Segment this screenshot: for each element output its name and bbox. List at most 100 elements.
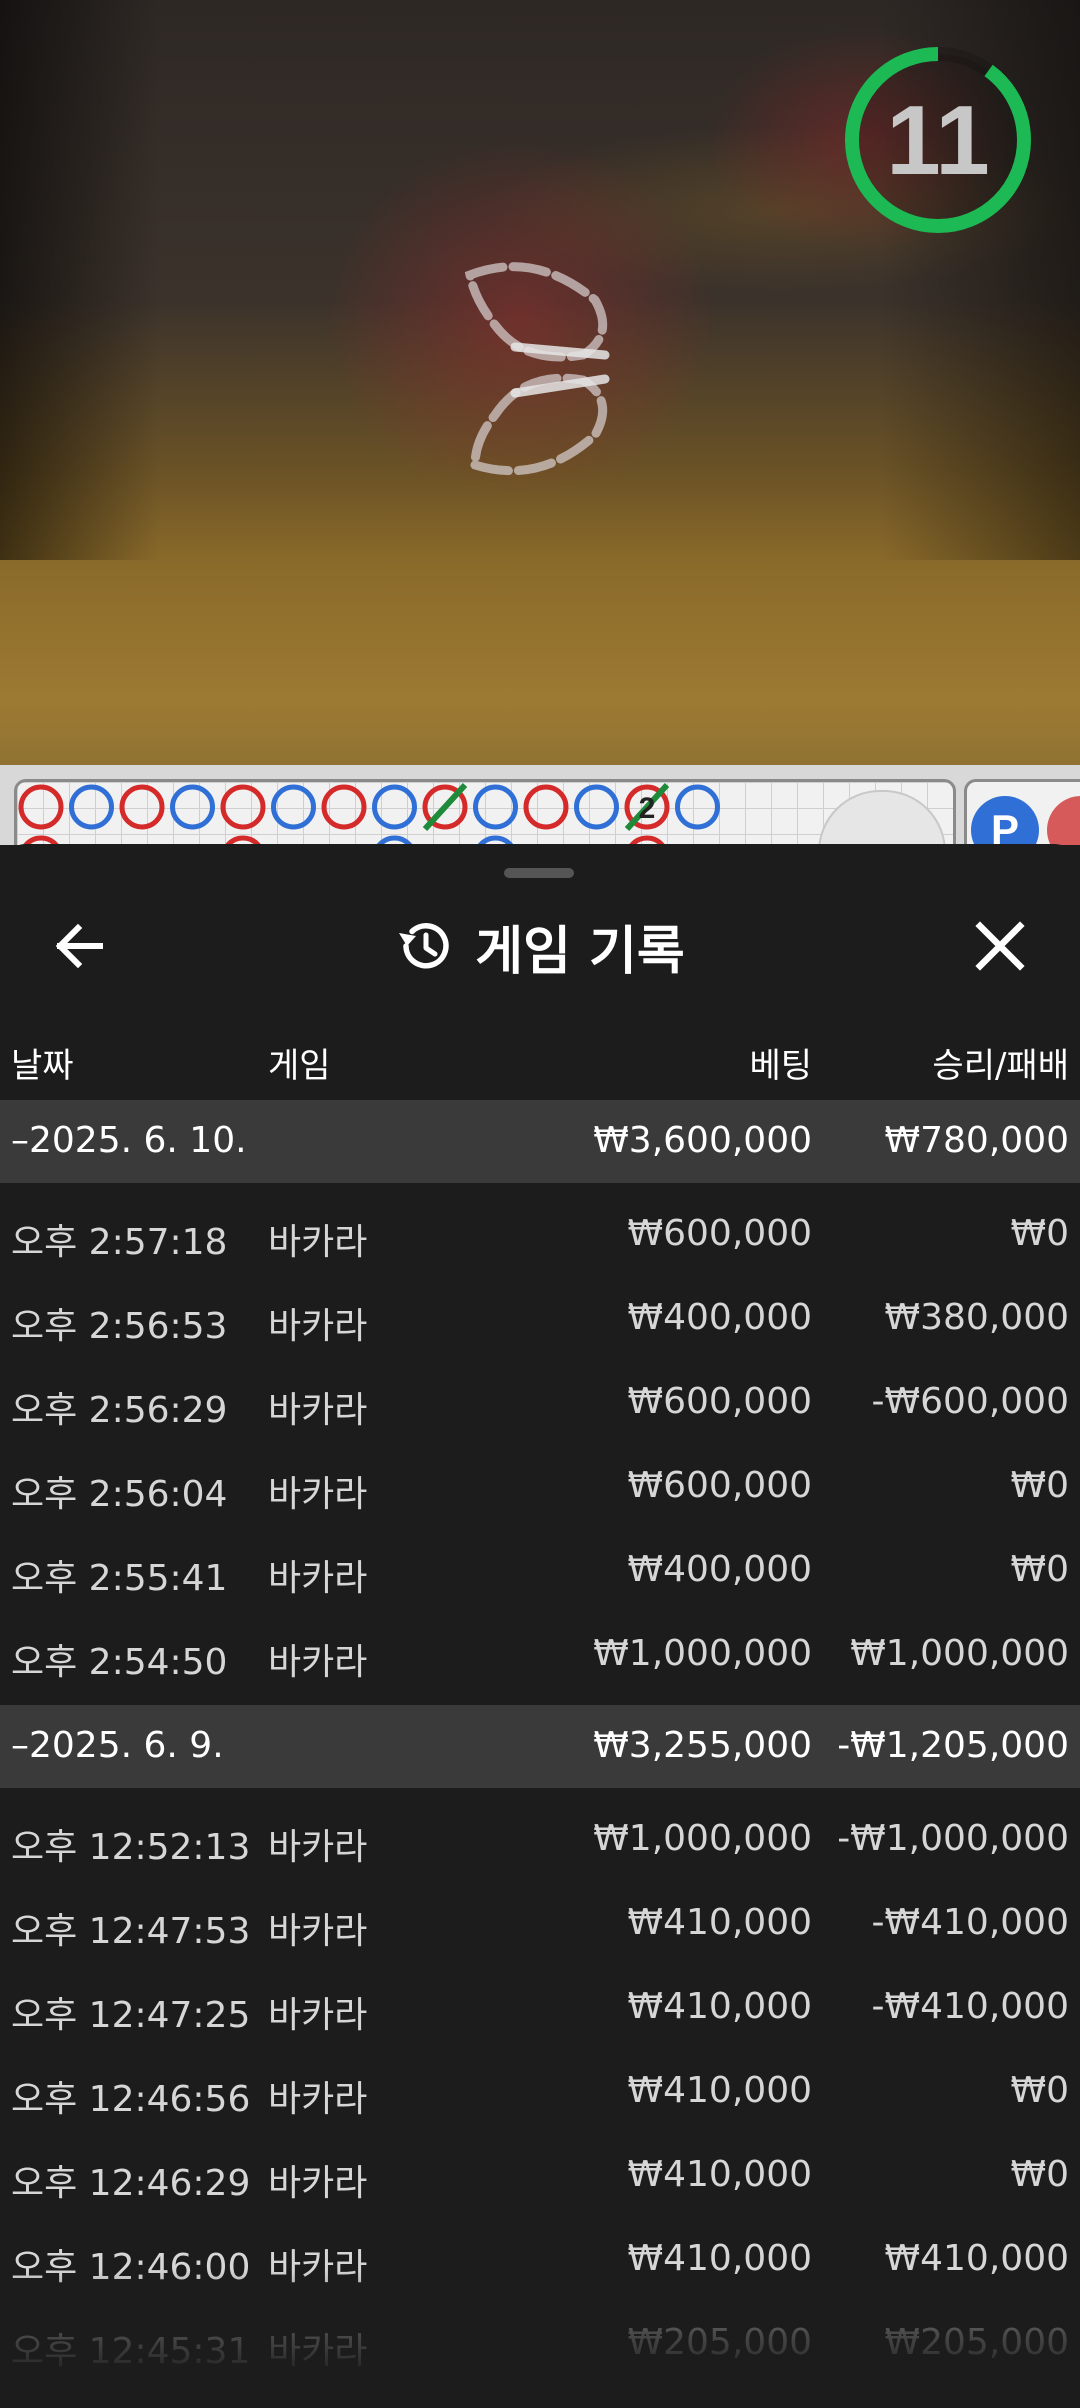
row-time: 오후 2:57:18 (11, 1222, 228, 1263)
header-bet: 베팅 (749, 1046, 812, 1086)
bead-banker (220, 784, 266, 830)
bead-player (675, 784, 720, 830)
row-bet: ₩400,000 (627, 1549, 812, 1590)
row-result: -₩410,000 (871, 1986, 1069, 2027)
table-row[interactable]: 오후 2:56:04 바카라 ₩600,000 ₩0 (0, 1445, 1080, 1529)
group-result-total: -₩1,205,000 (837, 1725, 1069, 1766)
header-date: 날짜 (11, 1046, 74, 1086)
row-result: ₩0 (1010, 1213, 1070, 1254)
row-bet: ₩410,000 (627, 2154, 812, 2195)
history-table[interactable]: –2025. 6. 10. ₩3,600,000 ₩780,000 오후 2:57:1… (0, 1100, 1080, 2408)
row-game: 바카라 (268, 1827, 368, 1868)
row-result: ₩0 (1010, 1549, 1070, 1590)
bead-player (69, 784, 114, 830)
close-icon (975, 921, 1025, 971)
timer-value: 11 (886, 84, 990, 195)
row-bet: ₩600,000 (627, 1381, 812, 1422)
bead-player (473, 784, 518, 830)
row-time: 오후 2:56:29 (11, 1390, 228, 1431)
row-bet: ₩205,000 (627, 2322, 812, 2363)
table-row[interactable]: 오후 12:46:56 바카라 ₩410,000 ₩0 (0, 2050, 1080, 2134)
row-game: 바카라 (268, 1474, 368, 1515)
bead-banker (523, 784, 569, 830)
row-bet: ₩1,000,000 (593, 1818, 812, 1859)
group-date: –2025. 6. 9. (11, 1725, 224, 1766)
row-game: 바카라 (268, 1222, 368, 1263)
tie-count: 2 (639, 792, 656, 825)
predict-player-button[interactable]: P (971, 796, 1039, 845)
row-bet: ₩410,000 (627, 2238, 812, 2279)
table-row[interactable]: 오후 12:47:25 바카라 ₩410,000 -₩410,000 (0, 1966, 1080, 2050)
row-bet: ₩410,000 (627, 2070, 812, 2111)
loading-spinner-icon (464, 262, 610, 476)
table-row[interactable]: 오후 2:56:29 바카라 ₩600,000 -₩600,000 (0, 1361, 1080, 1445)
table-header: 날짜 게임 베팅 승리/패배 (0, 1010, 1080, 1106)
history-icon (399, 923, 450, 969)
row-game: 바카라 (268, 2079, 368, 2120)
bead-player (574, 784, 619, 830)
row-bet: ₩410,000 (627, 1902, 812, 1943)
bead-banker (321, 784, 367, 830)
row-time: 오후 12:46:29 (11, 2163, 251, 2204)
row-result: ₩0 (1010, 1465, 1070, 1506)
row-time: 오후 2:56:04 (11, 1474, 228, 1515)
row-time: 오후 12:46:56 (11, 2079, 251, 2120)
row-bet: ₩600,000 (627, 1465, 812, 1506)
header-result: 승리/패배 (932, 1046, 1069, 1086)
row-game: 바카라 (268, 2163, 368, 2204)
row-game: 바카라 (268, 2247, 368, 2288)
date-group-row[interactable]: –2025. 6. 10. ₩3,600,000 ₩780,000 (0, 1100, 1080, 1183)
prediction-board[interactable]: P (964, 779, 1080, 845)
row-game: 바카라 (268, 1306, 368, 1347)
row-result: ₩0 (1010, 2154, 1070, 2195)
row-bet: ₩400,000 (627, 1297, 812, 1338)
bead-player (372, 784, 417, 830)
table-row[interactable]: 오후 2:56:53 바카라 ₩400,000 ₩380,000 (0, 1277, 1080, 1361)
back-button[interactable] (38, 904, 122, 988)
table-row[interactable]: 오후 12:47:53 바카라 ₩410,000 -₩410,000 (0, 1882, 1080, 1966)
row-game: 바카라 (268, 1995, 368, 2036)
table-row[interactable]: 오후 2:54:50 바카라 ₩1,000,000 ₩1,000,000 (0, 1613, 1080, 1697)
bead-road-marks: 2 (18, 782, 720, 845)
table-row[interactable]: 오후 2:55:41 바카라 ₩400,000 ₩0 (0, 1529, 1080, 1613)
sheet-header: 게임 기록 (0, 904, 1080, 988)
bead-player (271, 784, 316, 830)
group-date: –2025. 6. 10. (11, 1120, 247, 1161)
row-result: ₩410,000 (884, 2238, 1069, 2279)
table-row[interactable]: 오후 12:52:13 바카라 ₩1,000,000 -₩1,000,000 (0, 1798, 1080, 1882)
table-row[interactable]: 오후 2:57:18 바카라 ₩600,000 ₩0 (0, 1193, 1080, 1277)
group-bet-total: ₩3,600,000 (593, 1120, 812, 1161)
bead-player (170, 784, 215, 830)
table-row[interactable]: 오후 12:46:00 바카라 ₩410,000 ₩410,000 (0, 2218, 1080, 2302)
predict-player-label: P (990, 806, 1019, 845)
row-result: -₩600,000 (871, 1381, 1069, 1422)
row-time: 오후 12:52:13 (11, 1827, 251, 1868)
row-result: ₩380,000 (884, 1297, 1069, 1338)
sheet-drag-handle[interactable] (504, 868, 574, 878)
date-group-row[interactable]: –2025. 6. 9. ₩3,255,000 -₩1,205,000 (0, 1705, 1080, 1788)
row-time: 오후 12:47:53 (11, 1911, 251, 1952)
row-result: -₩1,000,000 (837, 1818, 1069, 1859)
row-game: 바카라 (268, 1642, 368, 1683)
row-result: -₩410,000 (871, 1902, 1069, 1943)
row-game: 바카라 (268, 1558, 368, 1599)
row-result: ₩0 (1010, 2070, 1070, 2111)
header-game: 게임 (268, 1046, 331, 1086)
row-time: 오후 12:46:00 (11, 2247, 251, 2288)
close-button[interactable] (958, 904, 1042, 988)
row-bet: ₩600,000 (627, 1213, 812, 1254)
group-bet-total: ₩3,255,000 (593, 1725, 812, 1766)
row-bet: ₩1,000,000 (593, 1633, 812, 1674)
row-game: 바카라 (268, 1390, 368, 1431)
row-result: ₩1,000,000 (850, 1633, 1069, 1674)
table-row[interactable]: 오후 12:46:29 바카라 ₩410,000 ₩0 (0, 2134, 1080, 2218)
row-time: 오후 2:56:53 (11, 1306, 228, 1347)
arrow-left-icon (55, 923, 103, 969)
predict-banker-button[interactable] (1047, 796, 1080, 845)
live-video: 11 (0, 0, 1080, 770)
table-row[interactable]: 오후 12:45:31 바카라 ₩205,000 ₩205,000 (0, 2302, 1080, 2386)
row-result: ₩205,000 (884, 2322, 1069, 2363)
row-time: 오후 12:47:25 (11, 1995, 251, 2036)
bead-banker (18, 784, 64, 830)
row-bet: ₩410,000 (627, 1986, 812, 2027)
